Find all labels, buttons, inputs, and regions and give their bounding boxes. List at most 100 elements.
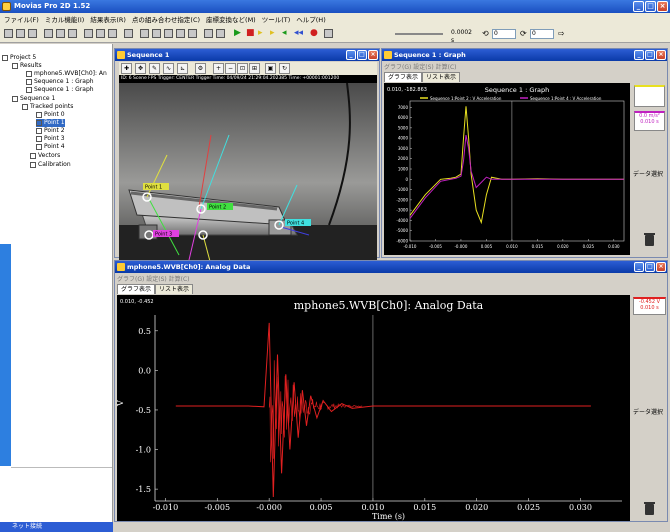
graph-icon	[26, 70, 32, 77]
save-icon[interactable]	[28, 29, 37, 38]
analog-window-title[interactable]: mphone5.WVB[Ch0]: Analog Data _ □ ×	[115, 261, 667, 273]
open-icon[interactable]	[16, 29, 25, 38]
draw-icon[interactable]: ✎	[149, 63, 160, 74]
graph-minimize-button[interactable]: _	[634, 50, 644, 60]
tree-sequence[interactable]: Sequence 1	[12, 95, 55, 103]
tab-list-view[interactable]: リスト表示	[422, 72, 461, 82]
tree-divider	[11, 467, 112, 468]
step-next-icon[interactable]: ⟳	[520, 29, 527, 38]
pointer-icon[interactable]	[204, 29, 213, 38]
tree-point-3[interactable]: Point 3	[36, 135, 65, 143]
track-icon[interactable]: ✚	[121, 63, 132, 74]
zoom-select-icon[interactable]: ⊞	[249, 63, 260, 74]
tree-result-graph-1[interactable]: Sequence 1 : Graph	[26, 78, 94, 86]
rewind-icon[interactable]: ◂◂	[294, 29, 303, 38]
trash-icon[interactable]	[644, 233, 655, 246]
play-icon[interactable]: ▶	[234, 29, 241, 38]
refresh-icon[interactable]: ↻	[279, 63, 290, 74]
taskbar-item[interactable]: ネット接続	[0, 522, 113, 532]
graph-window-title[interactable]: Sequence 1 : Graph _ □ ×	[382, 49, 667, 61]
graph-plot[interactable]: 0.010, -182.863 Sequence 1 : Graph Sequenc…	[384, 83, 630, 255]
export-icon[interactable]	[68, 29, 77, 38]
maximize-button[interactable]: □	[645, 1, 656, 12]
frame-end-field[interactable]: 0	[530, 29, 554, 39]
sequence-minimize-button[interactable]: _	[346, 50, 356, 60]
side-accent-bar	[0, 244, 11, 466]
zoom-out-icon[interactable]: −	[225, 63, 236, 74]
menu-tools[interactable]: ツール(T)	[262, 14, 291, 24]
settings-icon[interactable]	[124, 29, 133, 38]
copy-icon[interactable]	[56, 29, 65, 38]
sequence-maximize-button[interactable]: □	[357, 50, 367, 60]
video-frame[interactable]: ID: 6 Scene FPS Trigger: CENTER Trigger …	[119, 75, 377, 282]
zoom-icon[interactable]	[216, 29, 225, 38]
frame-slider[interactable]	[395, 33, 443, 35]
menu-transform[interactable]: 座標変換など(M)	[206, 14, 256, 24]
graph-close-button[interactable]: ×	[656, 50, 666, 60]
zoom-fit-icon[interactable]: ⊡	[237, 63, 248, 74]
graph-maximize-button[interactable]: □	[645, 50, 655, 60]
sequence-close-button[interactable]: ×	[368, 50, 378, 60]
tab-graph-view[interactable]: グラフ表示	[384, 72, 423, 82]
analog-data-select[interactable]: データ選択	[633, 407, 663, 416]
loop-icon[interactable]	[324, 29, 333, 38]
tree-point-2[interactable]: Point 2	[36, 127, 65, 135]
tree-project[interactable]: Project 5	[2, 54, 36, 62]
list-icon[interactable]	[176, 29, 185, 38]
snapshot-icon[interactable]: ▣	[265, 63, 276, 74]
menu-file[interactable]: ファイル(F)	[4, 14, 39, 24]
menu-help[interactable]: ヘルプ(H)	[296, 14, 325, 24]
main-title-bar[interactable]: Movias Pro 2D 1.52 _ □ ×	[0, 0, 670, 13]
tree-tracked-points[interactable]: Tracked points	[22, 103, 73, 111]
record-icon[interactable]: ●	[310, 29, 318, 38]
tree-result-analog[interactable]: mphone5.WVB[Ch0]: An	[26, 70, 107, 78]
pen-icon[interactable]	[164, 29, 173, 38]
video-icon[interactable]	[84, 29, 93, 38]
graph-xtick-6: 0.020	[557, 244, 569, 249]
frame-start-field[interactable]: 0	[492, 29, 516, 39]
prev-frame-icon[interactable]: ◂	[282, 29, 287, 38]
graph-menu[interactable]: グラフ(G) 設定(S) 計算(C)	[384, 62, 457, 72]
tree-vectors[interactable]: Vectors	[30, 152, 60, 160]
table-icon[interactable]	[188, 29, 197, 38]
stop-icon[interactable]: ■	[246, 29, 255, 38]
graph-data-select[interactable]: データ選択	[633, 169, 663, 178]
tree-point-1[interactable]: Point 1	[36, 119, 65, 127]
step-back-icon[interactable]: ⟲	[482, 29, 489, 38]
axes-icon[interactable]: ⊾	[177, 63, 188, 74]
analog-trash-icon[interactable]	[644, 502, 655, 515]
camera-icon[interactable]	[108, 29, 117, 38]
tab-analog-graph-view[interactable]: グラフ表示	[117, 284, 156, 294]
analog-menu[interactable]: グラフ(G) 設定(S) 計算(C)	[117, 274, 190, 284]
calibrate-icon[interactable]: ⚙	[195, 63, 206, 74]
print-icon[interactable]	[44, 29, 53, 38]
menu-combination[interactable]: 点の組み合わせ指定(C)	[132, 14, 200, 24]
chart-icon[interactable]	[140, 29, 149, 38]
analog-close-button[interactable]: ×	[656, 262, 666, 272]
move-icon[interactable]: ✥	[135, 63, 146, 74]
analog-minimize-button[interactable]: _	[634, 262, 644, 272]
next-frame-icon[interactable]: ▸	[270, 29, 275, 38]
new-icon[interactable]	[4, 29, 13, 38]
tab-analog-list-view[interactable]: リスト表示	[155, 284, 194, 294]
sequence-window-title[interactable]: Sequence 1 _ □ ×	[115, 49, 379, 61]
menu-special[interactable]: ミカル機能(I)	[45, 14, 85, 24]
step-forward-icon[interactable]: ▸	[258, 29, 263, 38]
tree-point-0[interactable]: Point 0	[36, 111, 65, 119]
go-end-icon[interactable]: ⇨	[558, 29, 565, 38]
tree-calibration[interactable]: Calibration	[30, 161, 71, 169]
analog-plot[interactable]: 0.010, -0.452 mphone5.WVB[Ch0]: Analog Da…	[116, 295, 630, 521]
tree-result-graph-2[interactable]: Sequence 1 : Graph	[26, 86, 94, 94]
curve-icon[interactable]: ∿	[163, 63, 174, 74]
zoom-in-icon[interactable]: +	[213, 63, 224, 74]
tree-results[interactable]: Results	[12, 62, 42, 70]
close-button[interactable]: ×	[657, 1, 668, 12]
minimize-button[interactable]: _	[633, 1, 644, 12]
tree-point-4[interactable]: Point 4	[36, 143, 65, 151]
series1-value-box	[634, 85, 665, 107]
point-icon	[36, 135, 42, 142]
analog-maximize-button[interactable]: □	[645, 262, 655, 272]
image-icon[interactable]	[96, 29, 105, 38]
menu-results[interactable]: 結果表示(R)	[90, 14, 126, 24]
graph-icon[interactable]	[152, 29, 161, 38]
